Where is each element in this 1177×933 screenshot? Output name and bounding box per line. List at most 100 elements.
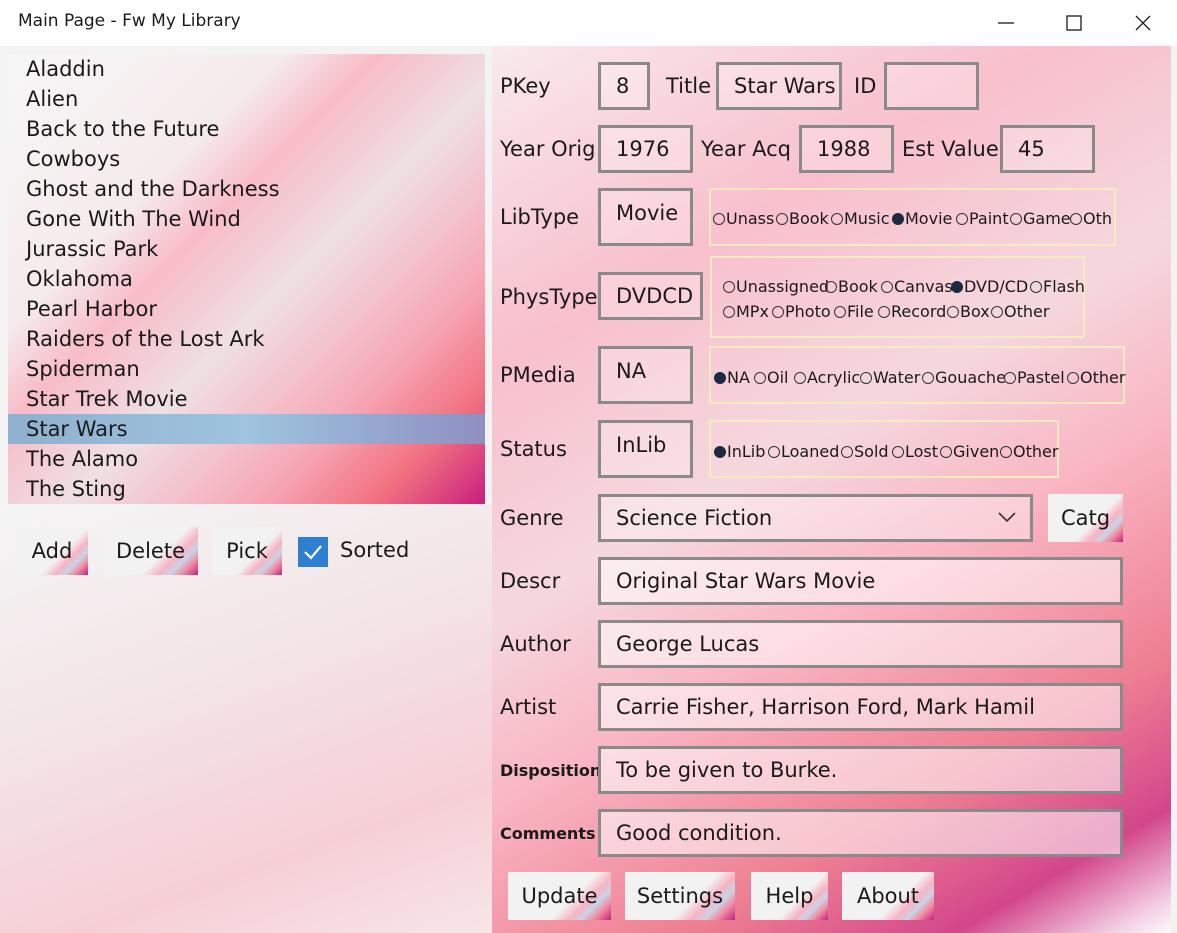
list-item[interactable]: Back to the Future bbox=[8, 114, 485, 144]
library-list[interactable]: Aladdin Alien Back to the Future Cowboys… bbox=[8, 54, 485, 504]
radio-label: Other bbox=[1004, 302, 1050, 321]
radio-lost[interactable]: Lost bbox=[892, 442, 938, 461]
about-button[interactable]: About bbox=[842, 872, 934, 920]
settings-button[interactable]: Settings bbox=[625, 872, 735, 920]
pick-button[interactable]: Pick bbox=[212, 527, 282, 575]
radio-label: Paint bbox=[969, 209, 1009, 228]
radio-label: Lost bbox=[905, 442, 939, 461]
title-field[interactable]: Star Wars bbox=[716, 62, 842, 110]
radio-photo[interactable]: Photo bbox=[772, 302, 831, 321]
minimize-button[interactable] bbox=[972, 0, 1040, 46]
comments-field[interactable]: Good condition. bbox=[598, 809, 1123, 857]
genre-label: Genre bbox=[500, 506, 564, 530]
libtype-radio-group: Unass Book Music Movie Paint Game Oth bbox=[709, 188, 1116, 246]
id-field[interactable] bbox=[884, 62, 979, 110]
est-value-field[interactable]: 45 bbox=[1000, 125, 1095, 173]
radio-other[interactable]: Other bbox=[1067, 368, 1125, 387]
radio-sold[interactable]: Sold bbox=[841, 442, 889, 461]
sorted-label: Sorted bbox=[340, 538, 410, 562]
list-item[interactable]: Gone With The Wind bbox=[8, 204, 485, 234]
artist-field[interactable]: Carrie Fisher, Harrison Ford, Mark Hamil bbox=[598, 683, 1123, 731]
radio-dot-icon bbox=[881, 280, 893, 293]
radio-book[interactable]: Book bbox=[825, 277, 878, 296]
phystype-label: PhysType bbox=[500, 285, 598, 309]
year-orig-label: Year Orig bbox=[500, 137, 596, 161]
radio-na[interactable]: NA bbox=[714, 368, 750, 387]
radio-inlib[interactable]: InLib bbox=[714, 442, 765, 461]
radio-water[interactable]: Water bbox=[860, 368, 920, 387]
radio-label: Book bbox=[789, 209, 829, 228]
radio-label: Unassigned bbox=[736, 277, 830, 296]
radio-movie[interactable]: Movie bbox=[892, 209, 952, 228]
radio-label: Game bbox=[1023, 209, 1071, 228]
radio-record[interactable]: Record bbox=[878, 302, 946, 321]
radio-pastel[interactable]: Pastel bbox=[1004, 368, 1065, 387]
list-item[interactable]: Ghost and the Darkness bbox=[8, 174, 485, 204]
pmedia-field[interactable]: NA bbox=[598, 346, 693, 404]
radio-dot-icon bbox=[754, 371, 766, 384]
radio-loaned[interactable]: Loaned bbox=[768, 442, 839, 461]
list-item[interactable]: The Sting bbox=[8, 474, 485, 504]
close-button[interactable] bbox=[1109, 0, 1177, 46]
radio-unassigned[interactable]: Unassigned bbox=[723, 277, 829, 296]
list-item[interactable]: Jurassic Park bbox=[8, 234, 485, 264]
radio-mpx[interactable]: MPx bbox=[723, 302, 769, 321]
radio-dvd-cd[interactable]: DVD/CD bbox=[951, 277, 1028, 296]
radio-book[interactable]: Book bbox=[776, 209, 829, 228]
radio-dot-icon bbox=[1010, 212, 1022, 225]
radio-other[interactable]: Other bbox=[1000, 442, 1058, 461]
maximize-button[interactable] bbox=[1040, 0, 1108, 46]
add-button[interactable]: Add bbox=[16, 527, 88, 575]
year-orig-field[interactable]: 1976 bbox=[598, 125, 693, 173]
radio-acrylic[interactable]: Acrylic bbox=[794, 368, 860, 387]
radio-other[interactable]: Other bbox=[991, 302, 1049, 321]
radio-label: Music bbox=[844, 209, 890, 228]
radio-given[interactable]: Given bbox=[940, 442, 999, 461]
radio-dot-icon bbox=[713, 212, 725, 225]
radio-dot-icon bbox=[951, 280, 963, 293]
radio-dot-icon bbox=[776, 212, 788, 225]
list-item[interactable]: Cowboys bbox=[8, 144, 485, 174]
radio-dot-icon bbox=[878, 305, 890, 318]
radio-music[interactable]: Music bbox=[831, 209, 890, 228]
radio-oil[interactable]: Oil bbox=[754, 368, 788, 387]
list-item[interactable]: Raiders of the Lost Ark bbox=[8, 324, 485, 354]
list-item-selected[interactable]: Star Wars bbox=[8, 414, 485, 444]
radio-canvas[interactable]: Canvas bbox=[881, 277, 953, 296]
radio-paint[interactable]: Paint bbox=[956, 209, 1009, 228]
list-item[interactable]: Alien bbox=[8, 84, 485, 114]
title-bar: Main Page - Fw My Library bbox=[0, 0, 1177, 46]
list-item[interactable]: The Alamo bbox=[8, 444, 485, 474]
phystype-field[interactable]: DVDCD bbox=[598, 272, 703, 320]
update-button[interactable]: Update bbox=[508, 872, 611, 920]
radio-game[interactable]: Game bbox=[1010, 209, 1071, 228]
radio-label: Box bbox=[960, 302, 990, 321]
list-item[interactable]: Star Trek Movie bbox=[8, 384, 485, 414]
sorted-checkbox[interactable] bbox=[298, 537, 328, 567]
radio-flash[interactable]: Flash bbox=[1030, 277, 1085, 296]
list-item[interactable]: Aladdin bbox=[8, 54, 485, 84]
radio-file[interactable]: File bbox=[834, 302, 874, 321]
pkey-field[interactable]: 8 bbox=[598, 62, 650, 110]
radio-gouache[interactable]: Gouache bbox=[922, 368, 1006, 387]
status-field[interactable]: InLib bbox=[598, 420, 693, 478]
year-acq-field[interactable]: 1988 bbox=[799, 125, 894, 173]
radio-label: NA bbox=[727, 368, 750, 387]
radio-oth[interactable]: Oth bbox=[1070, 209, 1112, 228]
descr-field[interactable]: Original Star Wars Movie bbox=[598, 557, 1123, 605]
help-button[interactable]: Help bbox=[751, 872, 828, 920]
author-field[interactable]: George Lucas bbox=[598, 620, 1123, 668]
libtype-field[interactable]: Movie bbox=[598, 188, 693, 246]
radio-label: Flash bbox=[1043, 277, 1085, 296]
catg-button[interactable]: Catg bbox=[1048, 494, 1123, 542]
list-item[interactable]: Oklahoma bbox=[8, 264, 485, 294]
disposition-field[interactable]: To be given to Burke. bbox=[598, 746, 1123, 794]
radio-label: Record bbox=[891, 302, 947, 321]
radio-label: Canvas bbox=[894, 277, 953, 296]
radio-box[interactable]: Box bbox=[947, 302, 990, 321]
radio-unass[interactable]: Unass bbox=[713, 209, 774, 228]
delete-button[interactable]: Delete bbox=[103, 527, 198, 575]
genre-dropdown[interactable]: Science Fiction bbox=[598, 494, 1033, 542]
list-item[interactable]: Pearl Harbor bbox=[8, 294, 485, 324]
list-item[interactable]: Spiderman bbox=[8, 354, 485, 384]
